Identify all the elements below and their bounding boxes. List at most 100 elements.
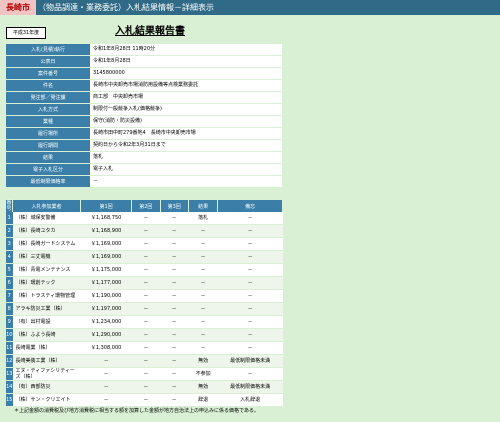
bid-result: －	[188, 276, 218, 290]
table-row: 15 （株）サン・クリエイト－－－辞退 入札辞退	[6, 393, 283, 407]
bid-round2: －	[131, 380, 161, 394]
bid-remarks: －	[217, 276, 283, 290]
col-r1-header: 第1回	[80, 200, 133, 212]
info-value: 保守(消防・防災設備)	[90, 115, 282, 128]
col-r3-header: 第3回	[160, 200, 189, 212]
bid-round2: －	[131, 302, 161, 316]
table-row: 7 （株）トラスティ環物管理 ￥1,190,000 －－－－	[6, 289, 283, 303]
bidder-name: （株）トラスティ環物管理	[12, 289, 81, 303]
col-remarks-header: 備忘	[217, 200, 283, 212]
bid-round3: －	[160, 212, 189, 225]
info-label: 公表日	[6, 55, 90, 68]
table-row: 1 （株）城保安警備 ￥1,168,750 －－落札－	[6, 212, 283, 225]
info-label: 入札(見積)執行	[6, 44, 90, 56]
info-value: 制限付一般競争入札(価格競争)	[90, 103, 282, 116]
bid-round1: ￥1,190,000	[80, 289, 132, 303]
info-label: 件名	[6, 79, 90, 92]
bidder-name: 長崎電業（株）	[12, 341, 81, 355]
bid-result: 落札	[188, 212, 218, 225]
bid-remarks: －	[217, 315, 283, 329]
bid-round2: －	[131, 354, 161, 368]
table-row: 9 （有）出村電設 ￥1,234,000 －－－－	[6, 315, 283, 329]
bid-remarks: －	[217, 302, 283, 316]
info-row: 履行期間 契約日から令和2年3月31日まで	[6, 139, 282, 152]
city-label: 長崎市	[0, 0, 36, 15]
info-row: 件名 長崎市中央卸売市場消防用設備等点検業務委託	[6, 79, 282, 92]
bidder-name: （株）ふよう長崎	[12, 328, 81, 342]
info-label: 電子入札区分	[6, 163, 90, 176]
bid-result: －	[188, 250, 218, 264]
bidder-name: （株）長崎ユタカ	[12, 224, 81, 238]
bid-remarks: 最低制限価格未満	[217, 354, 283, 368]
bid-remarks: 最低制限価格未満	[217, 380, 283, 394]
col-result-header: 結果	[188, 200, 219, 212]
bid-round1: －	[80, 393, 132, 407]
bid-result: －	[188, 328, 218, 342]
bid-result: 無効	[188, 380, 218, 394]
bid-result: －	[188, 237, 218, 251]
info-label: 入札方式	[6, 103, 90, 116]
table-row: 13 エヌ・ティファシリティーズ（株）－－－不参加－	[6, 367, 283, 381]
table-row: 3 （株）長崎ガードシステム ￥1,169,000 －－－－	[6, 237, 283, 251]
bid-result: －	[188, 341, 218, 355]
info-row: 電子入札区分 電子入札	[6, 163, 282, 176]
info-row: 入札方式 制限付一般競争入札(価格競争)	[6, 103, 282, 116]
bid-round3: －	[160, 276, 189, 290]
info-value: 令和1年8月28日 11時20分	[90, 44, 282, 56]
table-row: 11 長崎電業（株） ￥1,308,000 －－－－	[6, 341, 283, 355]
info-label: 結果	[6, 151, 90, 164]
table-row: 14 （有）西部防災－－－無効 最低制限価格未満	[6, 380, 283, 394]
bid-round3: －	[160, 367, 189, 381]
info-row: 履行場所 長崎市田中町279番地4 長崎市中央卸売市場	[6, 127, 282, 140]
bid-remarks: －	[217, 212, 283, 225]
bid-round2: －	[131, 289, 161, 303]
bid-result: 不参加	[188, 367, 218, 381]
bid-round3: －	[160, 380, 189, 394]
bid-round2: －	[131, 341, 161, 355]
bid-result: 辞退	[188, 393, 218, 407]
bid-round1: ￥1,308,000	[80, 341, 132, 355]
bid-round1: ￥1,197,000	[80, 302, 132, 316]
info-value: 契約日から令和2年3月31日まで	[90, 139, 282, 152]
bid-remarks: －	[217, 367, 283, 381]
info-value: 令和1年8月28日	[90, 55, 282, 68]
bid-result: －	[188, 263, 218, 277]
bid-round1: ￥1,177,000	[80, 276, 132, 290]
bid-round1: ￥1,168,750	[80, 212, 132, 225]
bid-round1: ￥1,168,900	[80, 224, 132, 238]
bid-round3: －	[160, 354, 189, 368]
info-table: 入札(見積)執行 令和1年8月28日 11時20分 公表日 令和1年8月28日 案件番号…	[6, 44, 282, 188]
bid-round3: －	[160, 393, 189, 407]
bidder-name: エヌ・ティファシリティーズ（株）	[12, 367, 81, 381]
bidder-name: （株）青電メンテナンス	[12, 263, 81, 277]
bid-round2: －	[131, 393, 161, 407]
info-row: 公表日 令和1年8月28日	[6, 55, 282, 68]
bidder-name: （株）城保安警備	[12, 212, 81, 225]
col-name-header: 入札参加業者	[12, 200, 81, 212]
info-value: －	[90, 175, 282, 188]
bidder-name: （有）出村電設	[12, 315, 81, 329]
info-label: 業種	[6, 115, 90, 128]
bid-remarks: －	[217, 237, 283, 251]
bids-header-row: 番号 入札参加業者 第1回 第2回 第3回 結果 備忘	[6, 200, 283, 212]
bid-round2: －	[131, 276, 161, 290]
table-row: 8 アラキ防災工業（株） ￥1,197,000 －－－－	[6, 302, 283, 316]
info-label: 発注部／発注課	[6, 91, 90, 104]
info-label: 履行場所	[6, 127, 90, 140]
bid-round3: －	[160, 224, 189, 238]
bid-round1: －	[80, 380, 132, 394]
bid-round3: －	[160, 302, 189, 316]
bid-remarks: 入札辞退	[217, 393, 283, 407]
info-value: 長崎市中央卸売市場消防用設備等点検業務委託	[90, 79, 282, 92]
bid-round1: ￥1,234,000	[80, 315, 132, 329]
bid-remarks: －	[217, 224, 283, 238]
bid-round1: －	[80, 354, 132, 368]
bid-result: －	[188, 315, 218, 329]
bid-round2: －	[131, 328, 161, 342]
bid-remarks: －	[217, 341, 283, 355]
bidder-name: アラキ防災工業（株）	[12, 302, 81, 316]
bid-round2: －	[131, 367, 161, 381]
info-value: 電子入札	[90, 163, 282, 176]
bid-round2: －	[131, 237, 161, 251]
bid-round1: －	[80, 367, 132, 381]
